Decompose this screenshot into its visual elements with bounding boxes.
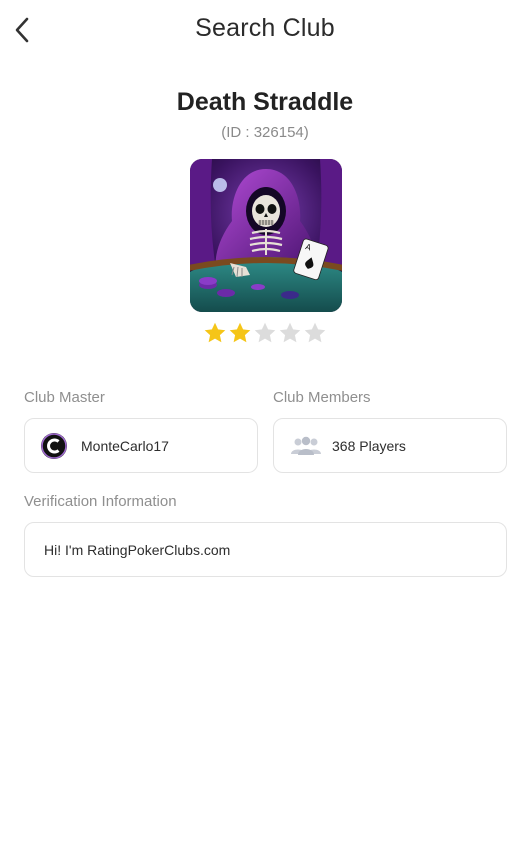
star-empty-icon <box>254 322 276 343</box>
club-members-label: Club Members <box>273 389 371 406</box>
club-avatar-image: A <box>190 159 342 312</box>
page-title: Search Club <box>195 14 335 42</box>
star-filled-icon <box>229 322 251 343</box>
club-id: (ID : 326154) <box>221 124 309 141</box>
club-members-card[interactable]: 368 Players <box>273 418 507 473</box>
members-group-icon <box>291 436 321 455</box>
club-members-count: 368 Players <box>332 437 406 454</box>
app-header: Search Club <box>0 0 530 60</box>
club-master-card[interactable]: MonteCarlo17 <box>24 418 258 473</box>
verification-info-label: Verification Information <box>24 493 177 510</box>
verification-message-box[interactable]: Hi! I'm RatingPokerClubs.com <box>24 522 507 577</box>
search-club-screen: Search Club Death Straddle (ID : 326154) <box>0 0 530 867</box>
verification-message: Hi! I'm RatingPokerClubs.com <box>44 541 231 558</box>
club-master-label: Club Master <box>24 389 105 406</box>
club-master-name: MonteCarlo17 <box>81 437 169 454</box>
club-rating <box>203 321 327 345</box>
master-avatar-icon <box>41 432 67 459</box>
star-empty-icon <box>279 322 301 343</box>
club-name: Death Straddle <box>176 88 354 116</box>
star-empty-icon <box>304 322 326 343</box>
star-filled-icon <box>204 322 226 343</box>
